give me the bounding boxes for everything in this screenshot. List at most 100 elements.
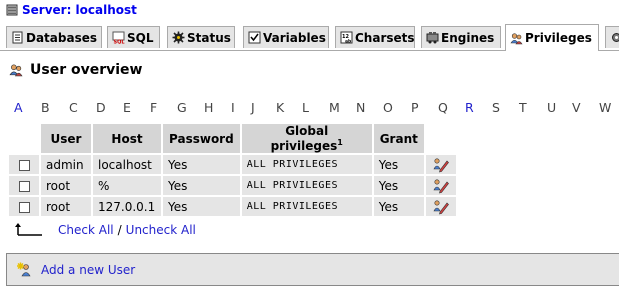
alphabet-letter-p: P bbox=[411, 100, 419, 115]
tab-overflow[interactable] bbox=[605, 26, 619, 48]
status-icon bbox=[172, 31, 185, 44]
page-title: User overview bbox=[8, 62, 142, 78]
tab-engines[interactable]: Engines bbox=[421, 26, 501, 48]
alphabet-letter-j: J bbox=[251, 100, 255, 115]
row-checkbox[interactable] bbox=[18, 159, 30, 171]
alphabet-letter-b: B bbox=[41, 100, 50, 115]
column-header-password: Password bbox=[163, 124, 240, 153]
alphabet-letter-k: K bbox=[276, 100, 285, 115]
cell-password: Yes bbox=[163, 197, 240, 216]
alphabet-letter-q: Q bbox=[438, 100, 448, 115]
link-separator: / bbox=[117, 223, 122, 237]
alphabet-letter-t: T bbox=[519, 100, 527, 115]
databases-icon bbox=[12, 31, 23, 44]
tab-bar: Databases SQL SQL Status Variables 12 ab… bbox=[0, 24, 619, 51]
users-table: User Host Password Global privileges1 Gr… bbox=[7, 122, 458, 218]
tab-status[interactable]: Status bbox=[167, 26, 235, 48]
edit-privileges-cell[interactable] bbox=[425, 197, 456, 216]
alphabet-letter-a[interactable]: A bbox=[14, 100, 23, 115]
cell-grant: Yes bbox=[373, 197, 424, 216]
privileges-icon bbox=[510, 32, 523, 44]
tab-label: Charsets bbox=[355, 30, 415, 45]
alphabet-letter-m: M bbox=[329, 100, 340, 115]
alphabet-letter-n: N bbox=[356, 100, 366, 115]
svg-text:SQL: SQL bbox=[114, 40, 126, 45]
cell-global-privileges: ALL PRIVILEGES bbox=[241, 155, 372, 174]
cell-grant: Yes bbox=[373, 176, 424, 195]
server-breadcrumb[interactable]: Server: localhost bbox=[6, 2, 137, 18]
alphabet-letter-i: I bbox=[231, 100, 235, 115]
tab-variables[interactable]: Variables bbox=[243, 26, 329, 48]
row-checkbox-cell[interactable] bbox=[9, 155, 39, 174]
server-label[interactable]: Server: localhost bbox=[22, 3, 137, 17]
tab-label: Status bbox=[187, 30, 231, 45]
row-checkbox-cell[interactable] bbox=[9, 176, 39, 195]
tab-charsets[interactable]: 12 ab Charsets bbox=[335, 26, 415, 48]
alphabet-letter-s: S bbox=[492, 100, 500, 115]
table-header-row: User Host Password Global privileges1 Gr… bbox=[9, 124, 456, 153]
alphabet-letter-f: F bbox=[150, 100, 158, 115]
tab-label: Engines bbox=[441, 30, 495, 45]
svg-text:ab: ab bbox=[345, 39, 352, 45]
action-column-header bbox=[425, 124, 456, 153]
check-all-bar: Check All / Uncheck All bbox=[14, 222, 196, 238]
tab-label: Variables bbox=[263, 30, 326, 45]
tab-label: Privileges bbox=[525, 31, 592, 45]
add-user-bar: Add a new User bbox=[6, 253, 619, 286]
cell-grant: Yes bbox=[373, 155, 424, 174]
tab-label: SQL bbox=[127, 30, 154, 45]
tab-databases[interactable]: Databases bbox=[6, 26, 102, 48]
row-checkbox[interactable] bbox=[18, 201, 30, 213]
add-user-icon bbox=[17, 262, 31, 276]
cell-password: Yes bbox=[163, 155, 240, 174]
cell-user: root bbox=[41, 176, 91, 195]
variables-icon bbox=[248, 31, 261, 44]
table-row: admin localhost Yes ALL PRIVILEGES Yes bbox=[9, 155, 456, 174]
column-header-host: Host bbox=[93, 124, 161, 153]
cell-password: Yes bbox=[163, 176, 240, 195]
table-row: root 127.0.0.1 Yes ALL PRIVILEGES Yes bbox=[9, 197, 456, 216]
add-user-link[interactable]: Add a new User bbox=[41, 263, 135, 277]
cell-global-privileges: ALL PRIVILEGES bbox=[241, 176, 372, 195]
cell-user: admin bbox=[41, 155, 91, 174]
alphabet-letter-w: W bbox=[599, 100, 612, 115]
cell-host: % bbox=[93, 176, 161, 195]
global-privileges-label: Global privileges bbox=[270, 124, 338, 153]
edit-privileges-cell[interactable] bbox=[425, 155, 456, 174]
edit-privileges-icon[interactable] bbox=[433, 157, 449, 173]
charsets-icon: 12 ab bbox=[340, 31, 353, 44]
cell-host: 127.0.0.1 bbox=[93, 197, 161, 216]
column-header-global-privileges: Global privileges1 bbox=[241, 124, 372, 153]
edit-privileges-icon[interactable] bbox=[433, 178, 449, 194]
row-checkbox[interactable] bbox=[18, 180, 30, 192]
alphabet-letter-c: C bbox=[69, 100, 78, 115]
cell-host: localhost bbox=[93, 155, 161, 174]
row-checkbox-cell[interactable] bbox=[9, 197, 39, 216]
select-column-header bbox=[9, 124, 39, 153]
column-header-grant: Grant bbox=[373, 124, 424, 153]
sql-icon: SQL bbox=[112, 31, 125, 44]
alphabet-letter-d: D bbox=[96, 100, 106, 115]
tab-label: Databases bbox=[26, 30, 98, 45]
uncheck-all-link[interactable]: Uncheck All bbox=[126, 223, 196, 237]
alphabet-letter-o: O bbox=[383, 100, 393, 115]
footnote-marker: 1 bbox=[337, 138, 343, 147]
alphabet-letter-l: L bbox=[302, 100, 309, 115]
table-row: root % Yes ALL PRIVILEGES Yes bbox=[9, 176, 456, 195]
edit-privileges-cell[interactable] bbox=[425, 176, 456, 195]
alphabet-letter-g: G bbox=[177, 100, 187, 115]
alphabet-letter-r[interactable]: R bbox=[465, 100, 474, 115]
server-icon bbox=[6, 4, 18, 16]
alphabet-letter-h: H bbox=[204, 100, 214, 115]
check-all-link[interactable]: Check All bbox=[58, 223, 114, 237]
alphabet-letter-e: E bbox=[123, 100, 131, 115]
tab-privileges[interactable]: Privileges bbox=[505, 24, 599, 51]
cell-user: root bbox=[41, 197, 91, 216]
gear-icon bbox=[612, 33, 619, 42]
edit-privileges-icon[interactable] bbox=[433, 199, 449, 215]
phpmyadmin-page: Server: localhost Databases SQL SQL Stat… bbox=[0, 0, 619, 297]
users-icon bbox=[9, 64, 23, 77]
arrow-up-left-icon bbox=[15, 223, 42, 236]
engines-icon bbox=[426, 32, 439, 44]
tab-sql[interactable]: SQL SQL bbox=[107, 26, 160, 48]
